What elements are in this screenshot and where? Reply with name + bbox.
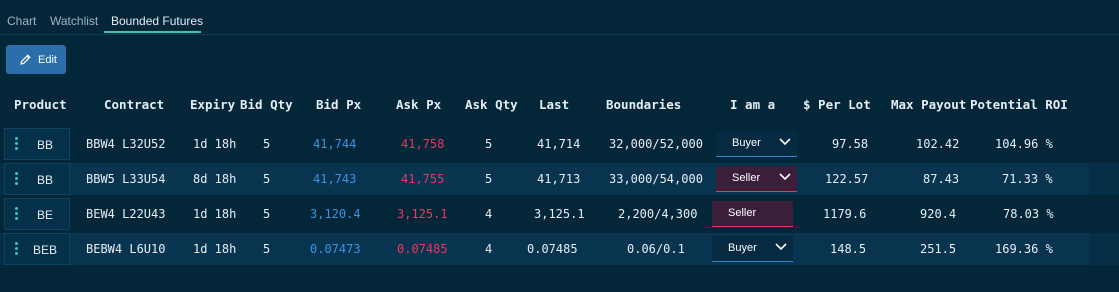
tab-watchlist[interactable]: Watchlist bbox=[50, 14, 98, 28]
ask-px[interactable]: 3,125.1 bbox=[397, 207, 448, 221]
expiry: 8d 18h bbox=[193, 172, 237, 186]
per-lot: 122.57 bbox=[825, 172, 869, 186]
bid-px[interactable]: 0.07473 bbox=[310, 242, 361, 256]
ask-qty: 5 bbox=[485, 172, 493, 186]
boundaries: 2,200/4,300 bbox=[618, 207, 698, 221]
product-cell[interactable]: BE bbox=[4, 198, 70, 230]
side-select-value: Seller bbox=[728, 207, 757, 219]
product-cell[interactable]: BB bbox=[4, 163, 70, 195]
side-select[interactable]: Seller bbox=[716, 166, 797, 192]
max-payout: 251.5 bbox=[920, 242, 957, 256]
max-payout: 920.4 bbox=[920, 207, 957, 221]
max-payout: 102.42 bbox=[916, 137, 960, 151]
expiry: 1d 18h bbox=[193, 242, 237, 256]
col-contract: Contract bbox=[104, 97, 165, 112]
product: BEB bbox=[33, 243, 58, 257]
expiry: 1d 18h bbox=[193, 137, 237, 151]
bid-qty: 5 bbox=[263, 207, 271, 221]
col-bid-qty: Bid Qty bbox=[240, 97, 293, 112]
col-expiry: Expiry bbox=[190, 97, 236, 112]
ask-qty: 5 bbox=[485, 137, 493, 151]
col-boundaries: Boundaries bbox=[606, 97, 682, 112]
ask-px[interactable]: 41,758 bbox=[401, 137, 444, 151]
bid-px[interactable]: 41,744 bbox=[313, 137, 356, 151]
potential-roi: 78.03 % bbox=[1003, 207, 1054, 221]
potential-roi: 71.33 % bbox=[1002, 172, 1053, 186]
side-select-value: Buyer bbox=[728, 242, 757, 254]
expiry: 1d 18h bbox=[193, 207, 237, 221]
col-potential-roi: Potential ROI bbox=[970, 97, 1068, 112]
edit-button[interactable]: Edit bbox=[6, 45, 66, 74]
ask-qty: 4 bbox=[485, 242, 493, 256]
bid-qty: 5 bbox=[263, 137, 271, 151]
col-max-payout: Max Payout bbox=[891, 97, 967, 112]
vertical-dots-icon[interactable] bbox=[15, 137, 18, 152]
ask-qty: 4 bbox=[485, 207, 493, 221]
bid-px[interactable]: 3,120.4 bbox=[310, 207, 361, 221]
product: BB bbox=[37, 138, 54, 152]
table-row[interactable]: BB BBW4 L32U52 1d 18h 5 41,744 41,758 5 … bbox=[0, 128, 1119, 160]
potential-roi: 104.96 % bbox=[995, 137, 1053, 151]
col-side: I am a bbox=[730, 97, 776, 112]
product-cell[interactable]: BEB bbox=[4, 233, 70, 265]
chevron-down-icon bbox=[779, 173, 791, 181]
col-bid-px: Bid Px bbox=[316, 97, 362, 112]
last: 3,125.1 bbox=[534, 207, 585, 221]
tab-chart[interactable]: Chart bbox=[7, 14, 36, 28]
table-row[interactable]: BE BEW4 L22U43 1d 18h 5 3,120.4 3,125.1 … bbox=[0, 198, 1119, 230]
side-select[interactable]: Buyer bbox=[716, 131, 797, 157]
col-product: Product bbox=[14, 97, 67, 112]
boundaries: 32,000/52,000 bbox=[609, 137, 703, 151]
product: BE bbox=[37, 208, 54, 222]
product: BB bbox=[37, 173, 54, 187]
potential-roi: 169.36 % bbox=[995, 242, 1053, 256]
bid-px[interactable]: 41,743 bbox=[313, 172, 356, 186]
boundaries: 0.06/0.1 bbox=[627, 242, 685, 256]
per-lot: 148.5 bbox=[830, 242, 867, 256]
chevron-down-icon bbox=[779, 138, 791, 146]
vertical-dots-icon[interactable] bbox=[15, 207, 18, 222]
pencil-icon bbox=[20, 54, 31, 65]
max-payout: 87.43 bbox=[923, 172, 960, 186]
last: 41,714 bbox=[537, 137, 581, 151]
tab-bounded-futures[interactable]: Bounded Futures bbox=[111, 14, 203, 28]
col-last: Last bbox=[539, 97, 570, 112]
bid-qty: 5 bbox=[263, 242, 271, 256]
ask-px[interactable]: 41,755 bbox=[401, 172, 444, 186]
table-row[interactable]: BB BBW5 L33U54 8d 18h 5 41,743 41,755 5 … bbox=[0, 163, 1119, 195]
active-tab-indicator bbox=[104, 31, 201, 33]
contract: BEW4 L22U43 bbox=[86, 207, 166, 221]
last: 41,713 bbox=[537, 172, 581, 186]
side-select[interactable]: Buyer bbox=[712, 236, 793, 262]
chevron-down-icon bbox=[775, 243, 787, 251]
per-lot: 97.58 bbox=[832, 137, 869, 151]
side-select-value: Seller bbox=[732, 172, 761, 184]
contract: BBW5 L33U54 bbox=[86, 172, 166, 186]
col-ask-px: Ask Px bbox=[396, 97, 442, 112]
ask-px[interactable]: 0.07485 bbox=[397, 242, 448, 256]
vertical-dots-icon[interactable] bbox=[15, 172, 18, 187]
col-ask-qty: Ask Qty bbox=[465, 97, 518, 112]
vertical-dots-icon[interactable] bbox=[15, 242, 18, 257]
col-per-lot: $ Per Lot bbox=[803, 97, 871, 112]
side-select-value: Buyer bbox=[732, 137, 761, 149]
contract: BEBW4 L6U10 bbox=[86, 242, 166, 256]
bid-qty: 5 bbox=[263, 172, 271, 186]
side-select[interactable]: Seller bbox=[712, 201, 793, 227]
tab-bar: Chart Watchlist Bounded Futures bbox=[0, 0, 1119, 35]
contract: BBW4 L32U52 bbox=[86, 137, 166, 151]
product-cell[interactable]: BB bbox=[4, 128, 70, 160]
table-row[interactable]: BEB BEBW4 L6U10 1d 18h 5 0.07473 0.07485… bbox=[0, 233, 1119, 265]
per-lot: 1179.6 bbox=[823, 207, 867, 221]
boundaries: 33,000/54,000 bbox=[609, 172, 703, 186]
edit-button-label: Edit bbox=[38, 54, 57, 66]
last: 0.07485 bbox=[527, 242, 578, 256]
